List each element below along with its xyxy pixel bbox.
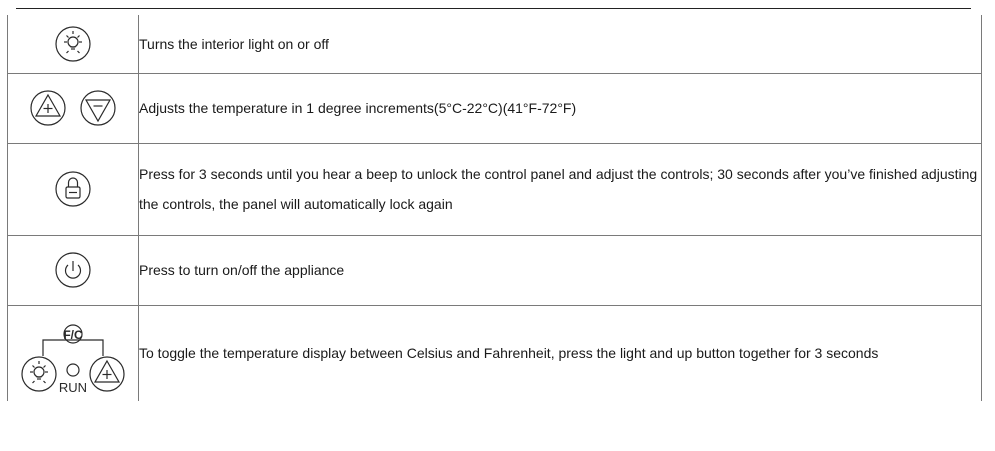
icon-cell: F/C RUN <box>7 304 139 401</box>
down-arrow-icon <box>80 90 116 126</box>
up-arrow-icon <box>30 90 66 126</box>
icon-cell <box>7 72 139 144</box>
icon-cell <box>7 15 139 74</box>
row-description: To toggle the temperature display betwee… <box>138 304 982 401</box>
row-description: Adjusts the temperature in 1 degree incr… <box>138 72 982 144</box>
lock-icon <box>55 171 91 207</box>
row-description: Press to turn on/off the appliance <box>138 234 982 306</box>
run-label: RUN <box>59 380 87 395</box>
power-icon <box>55 252 91 288</box>
svg-text:F/C: F/C <box>63 328 83 342</box>
table-row: F/C RUN To toggle the temperature displa… <box>7 304 982 401</box>
control-panel-table: Turns the interior light on or off Adjus… <box>7 15 982 401</box>
table-row: Turns the interior light on or off <box>7 15 982 74</box>
top-rule <box>16 8 971 9</box>
icon-cell <box>7 142 139 236</box>
celsius-fahrenheit-combo-icon: F/C RUN <box>21 324 125 395</box>
table-row: Press for 3 seconds until you hear a bee… <box>7 142 982 236</box>
row-description: Turns the interior light on or off <box>138 15 982 74</box>
light-bulb-icon <box>55 26 91 62</box>
row-description: Press for 3 seconds until you hear a bee… <box>138 142 982 236</box>
table-row: Press to turn on/off the appliance <box>7 234 982 306</box>
table-row: Adjusts the temperature in 1 degree incr… <box>7 72 982 144</box>
icon-cell <box>7 234 139 306</box>
